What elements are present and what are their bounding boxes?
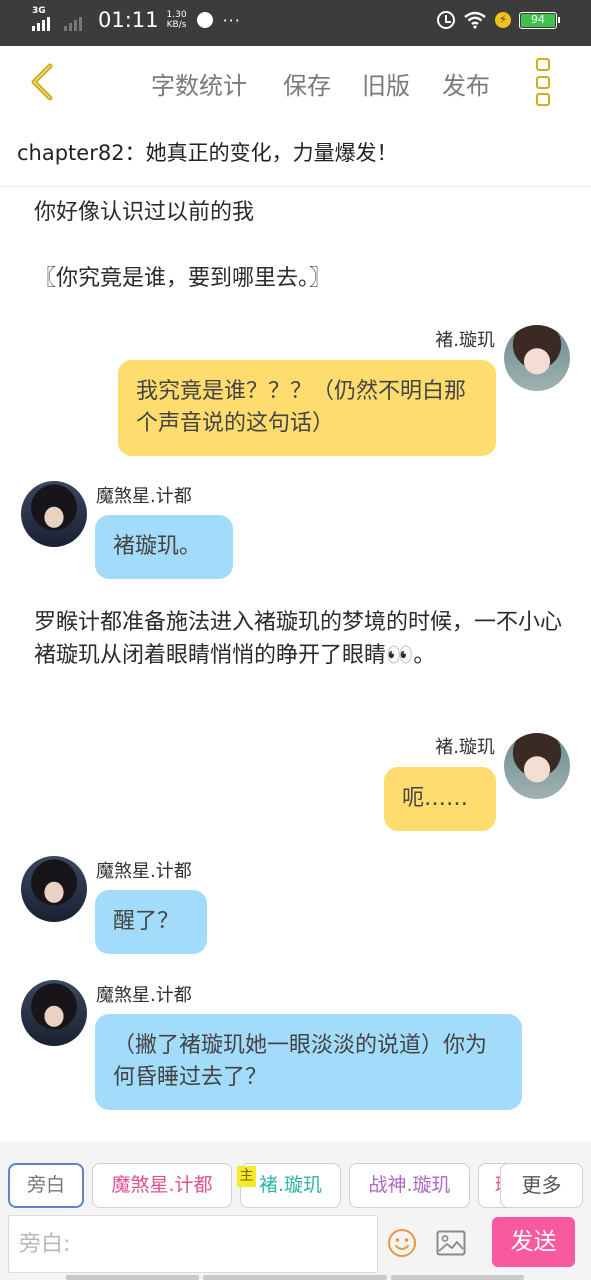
sender-name: 魔煞星.计都 (96, 486, 192, 507)
avatar[interactable] (504, 733, 570, 799)
sender-name: 魔煞星.计都 (96, 985, 192, 1006)
send-button[interactable]: 发送 (492, 1217, 575, 1267)
narration-text[interactable]: 你好像认识过以前的我 (34, 196, 569, 229)
nav-handle (66, 1275, 199, 1280)
sender-name: 褚.璇玑 (435, 330, 495, 351)
battery-icon: 94 (519, 11, 560, 29)
word-count-button[interactable]: 字数统计 (151, 66, 247, 101)
main-role-badge: 主 (237, 1166, 256, 1187)
message-input[interactable] (8, 1215, 378, 1273)
battery-level: 94 (521, 13, 555, 27)
avatar[interactable] (504, 325, 570, 391)
charging-icon: ⚡ (495, 12, 511, 28)
alarm-icon (437, 11, 455, 29)
image-icon[interactable] (436, 1230, 466, 1256)
chapter-title: chapter82：她真正的变化，力量爆发！ (17, 141, 398, 165)
narration-text[interactable]: 罗睺计都准备施法进入褚璇玑的梦境的时候，一不小心褚璇玑从闭着眼睛悄悄的睁开了眼睛… (34, 606, 569, 672)
save-button[interactable]: 保存 (283, 66, 331, 101)
message-bubble[interactable]: （撇了褚璇玑她一眼淡淡的说道）你为何昏睡过去了？ (95, 1014, 522, 1110)
globe-icon (196, 12, 213, 28)
avatar[interactable] (21, 980, 87, 1046)
old-version-button[interactable]: 旧版 (362, 66, 410, 101)
sender-name: 魔煞星.计都 (96, 861, 192, 882)
signal-2-icon (64, 9, 90, 31)
emoji-icon[interactable] (387, 1228, 417, 1258)
editor-toolbar: 字数统计 保存 旧版 发布 (0, 46, 591, 122)
network-speed: 1.30 KB/s (166, 10, 187, 30)
message-bubble[interactable]: 呃…… (384, 767, 496, 831)
nav-handle (391, 1275, 524, 1280)
message-bubble[interactable]: 我究竟是谁？？？（仍然不明白那个声音说的这句话） (118, 360, 496, 456)
network-type: 3G (32, 6, 46, 16)
more-roles-button[interactable]: 更多 (500, 1163, 583, 1208)
role-zhanshen-xuanji[interactable]: 战神.璇玑 (349, 1163, 470, 1208)
divider (0, 186, 591, 187)
role-narrator[interactable]: 旁白 (8, 1163, 84, 1208)
more-notifications: ··· (222, 10, 241, 30)
more-menu-icon[interactable] (536, 58, 552, 106)
clock: 01:11 (98, 8, 159, 32)
publish-button[interactable]: 发布 (442, 66, 490, 101)
signal-3g-icon: 3G (32, 6, 58, 31)
message-bubble[interactable]: 醒了？ (95, 890, 207, 954)
avatar[interactable] (21, 481, 87, 547)
role-jidu[interactable]: 魔煞星.计都 (92, 1163, 232, 1208)
message-bubble[interactable]: 褚璇玑。 (95, 515, 233, 579)
sender-name: 褚.璇玑 (435, 737, 495, 758)
avatar[interactable] (21, 856, 87, 922)
nav-handle (203, 1275, 387, 1280)
wifi-icon (464, 11, 486, 29)
back-icon[interactable] (24, 60, 64, 104)
narration-text[interactable]: 〖你究竟是谁，要到哪里去。〗 (34, 262, 569, 295)
status-bar: 3G 01:11 1.30 KB/s ··· ⚡ 94 (0, 0, 591, 46)
